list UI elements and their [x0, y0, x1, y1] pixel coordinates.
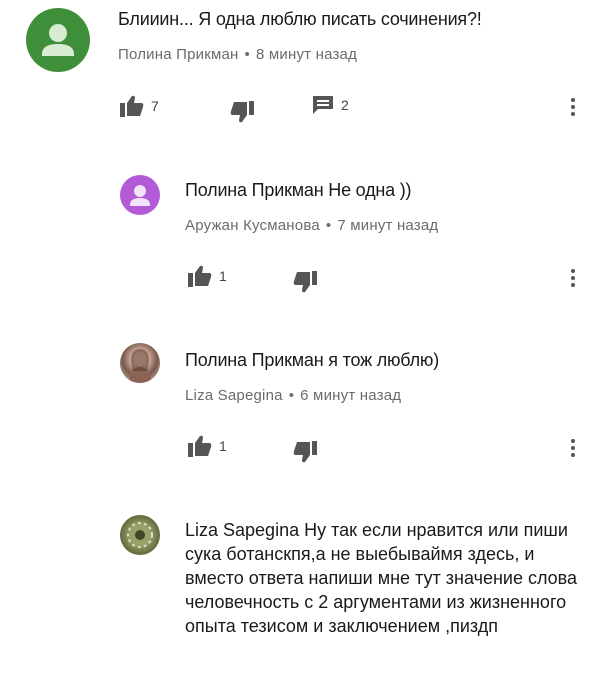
author-name[interactable]: Liza Sapegina	[185, 387, 283, 404]
avatar-photo[interactable]	[120, 515, 160, 555]
meta-separator: •	[325, 217, 332, 234]
like-button[interactable]: 1	[188, 265, 227, 287]
avatar-default-purple[interactable]	[120, 175, 160, 215]
comment-actions: 1	[188, 265, 388, 293]
thumbs-up-icon	[188, 435, 212, 457]
like-count: 7	[151, 98, 159, 114]
person-icon	[130, 185, 150, 206]
dislike-button[interactable]	[293, 271, 317, 293]
reply-count: 2	[341, 97, 349, 113]
comment-actions: 7 2	[120, 95, 580, 123]
reply-3: Liza Sapegina Ну так если нравится или п…	[0, 505, 600, 683]
replies-button[interactable]: 2	[312, 95, 349, 115]
avatar-photo[interactable]	[120, 343, 160, 383]
more-options-icon[interactable]	[570, 98, 576, 119]
dislike-button[interactable]	[293, 441, 317, 463]
timestamp: 6 минут назад	[300, 387, 402, 404]
like-button[interactable]: 7	[120, 95, 159, 117]
reply-1: Полина Прикман Не одна )) Аружан Кусмано…	[0, 165, 600, 315]
thumbs-down-icon	[293, 271, 317, 293]
comment-text: Полина Прикман я тож люблю)	[185, 350, 440, 370]
comment-meta: Полина Прикман • 8 минут назад	[118, 46, 357, 63]
comment-meta: Аружан Кусманова • 7 минут назад	[185, 217, 438, 234]
reply-2: Полина Прикман я тож люблю) Liza Sapegin…	[0, 335, 600, 485]
like-count: 1	[219, 268, 227, 284]
like-button[interactable]: 1	[188, 435, 227, 457]
timestamp: 8 минут назад	[255, 46, 358, 63]
meta-separator: •	[288, 387, 295, 404]
comment-actions: 1	[188, 435, 388, 463]
like-count: 1	[219, 438, 227, 454]
author-name[interactable]: Аружан Кусманова	[185, 217, 320, 234]
thumbs-up-icon	[120, 95, 144, 117]
avatar-default-green[interactable]	[26, 8, 90, 72]
profile-photo-icon	[129, 349, 151, 383]
comment-meta: Liza Sapegina • 6 минут назад	[185, 387, 401, 404]
thumbs-down-icon	[230, 101, 254, 123]
thumbs-up-icon	[188, 265, 212, 287]
comment-icon	[313, 96, 333, 114]
profile-photo-icon	[127, 522, 153, 548]
comment-1: Блииин... Я одна люблю писать сочинения?…	[0, 0, 600, 150]
comment-text: Блииин... Я одна люблю писать сочинения?…	[118, 9, 482, 29]
meta-separator: •	[244, 46, 250, 63]
timestamp: 7 минут назад	[337, 217, 439, 234]
thumbs-down-icon	[293, 441, 317, 463]
person-icon	[42, 24, 74, 56]
comment-text: Liza Sapegina Ну так если нравится или п…	[185, 520, 578, 636]
author-name[interactable]: Полина Прикман	[118, 46, 239, 63]
more-options-icon[interactable]	[570, 439, 576, 460]
comment-text: Полина Прикман Не одна ))	[185, 180, 412, 200]
dislike-button[interactable]	[230, 101, 254, 123]
more-options-icon[interactable]	[570, 269, 576, 290]
